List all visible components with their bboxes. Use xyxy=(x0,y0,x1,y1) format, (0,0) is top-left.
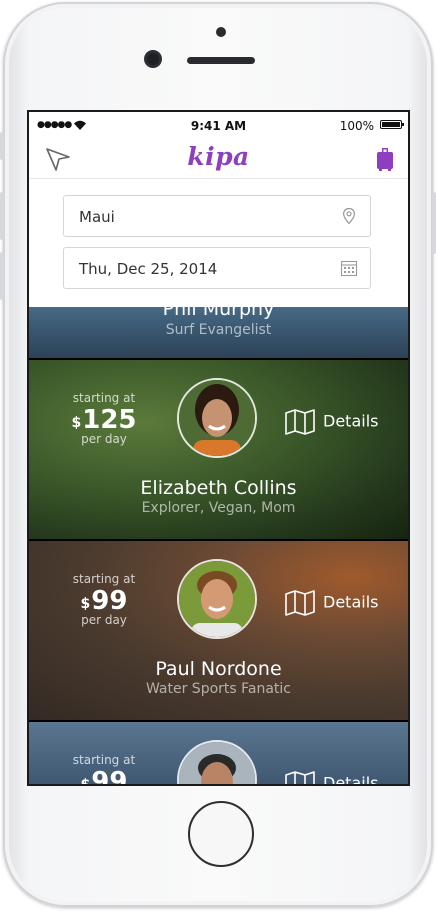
guide-name: Paul Nordone xyxy=(155,658,282,680)
currency-symbol: $ xyxy=(80,596,91,612)
details-label: Details xyxy=(323,411,379,431)
guide-avatar[interactable] xyxy=(177,378,257,458)
earpiece-speaker xyxy=(187,57,255,64)
date-value: Thu, Dec 25, 2014 xyxy=(79,260,218,278)
front-camera xyxy=(147,53,159,65)
power-button xyxy=(432,192,436,254)
map-icon xyxy=(285,771,315,784)
guide-card[interactable]: starting at $125 per day Details Elizabe… xyxy=(29,360,408,539)
map-icon xyxy=(285,409,315,435)
date-field[interactable]: Thu, Dec 25, 2014 xyxy=(63,247,371,289)
avatar-portrait xyxy=(179,561,255,637)
location-field[interactable]: Maui xyxy=(63,195,371,237)
currency-symbol: $ xyxy=(80,777,91,786)
search-panel: Maui Thu, Dec 25, 2014 xyxy=(29,179,408,307)
app-screen: Phil Murphy Surf Evangelist starting at … xyxy=(27,110,410,786)
price-amount: $125 xyxy=(59,405,149,435)
price-value: 125 xyxy=(82,405,137,435)
price-block: starting at $99 xyxy=(59,753,149,786)
location-value: Maui xyxy=(79,208,115,226)
guide-subtitle: Water Sports Fanatic xyxy=(145,681,292,697)
guide-name: Elizabeth Collins xyxy=(140,477,297,499)
home-button[interactable] xyxy=(188,801,254,867)
per-day-label: per day xyxy=(81,432,127,446)
guide-avatar[interactable] xyxy=(177,559,257,639)
currency-symbol: $ xyxy=(71,415,82,431)
guide-card[interactable]: starting at $99 Details xyxy=(29,722,408,786)
status-bar: ●●●●● 9:41 AM 100% xyxy=(29,112,408,138)
price-value: 99 xyxy=(91,586,128,616)
starting-at-label: starting at xyxy=(72,572,136,586)
details-link[interactable]: Details xyxy=(285,590,378,616)
luggage-icon[interactable] xyxy=(376,147,394,171)
guide-card[interactable]: starting at $99 per day Details Paul Nor… xyxy=(29,541,408,720)
starting-at-label: starting at xyxy=(72,391,136,405)
battery-percentage: 100% xyxy=(339,119,374,133)
guide-subtitle: Explorer, Vegan, Mom xyxy=(141,500,296,516)
details-link[interactable]: Details xyxy=(285,409,378,435)
starting-at-label: starting at xyxy=(72,753,136,767)
nav-bar: kipa xyxy=(29,138,408,179)
details-link[interactable]: Details xyxy=(285,771,379,786)
price-value: 99 xyxy=(91,767,128,786)
mute-switch xyxy=(0,132,4,160)
volume-down-button xyxy=(0,252,4,300)
volume-up-button xyxy=(0,192,4,240)
price-block: starting at $99 per day xyxy=(59,572,149,627)
details-label: Details xyxy=(323,592,379,612)
guide-subtitle: Surf Evangelist xyxy=(165,322,272,338)
map-icon xyxy=(285,590,315,616)
map-pin-icon xyxy=(342,207,356,225)
price-block: starting at $125 per day xyxy=(59,391,149,446)
per-day-label: per day xyxy=(81,613,127,627)
battery-icon xyxy=(380,120,404,129)
price-amount: $99 xyxy=(59,767,149,786)
proximity-sensor xyxy=(216,27,226,37)
price-amount: $99 xyxy=(59,586,149,616)
calendar-icon xyxy=(340,260,358,277)
app-logo: kipa xyxy=(187,142,250,171)
avatar-portrait xyxy=(179,380,255,456)
details-label: Details xyxy=(323,773,379,786)
